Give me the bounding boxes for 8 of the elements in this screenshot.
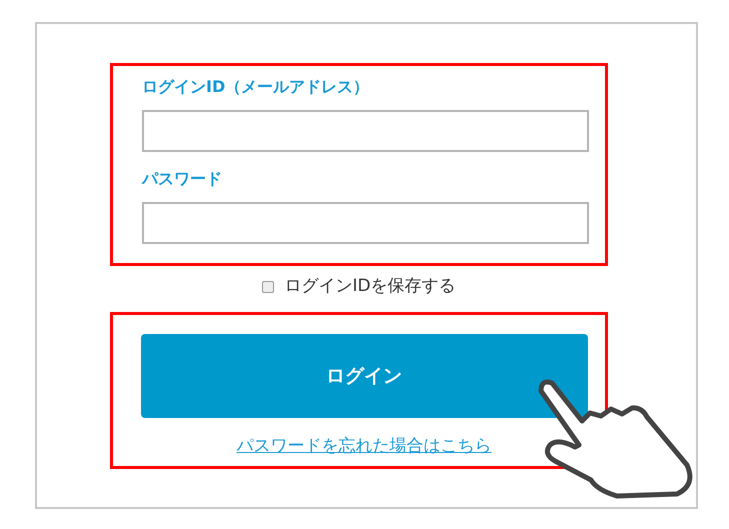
- input-field[interactable]: [142, 110, 589, 152]
- input-field[interactable]: [142, 202, 589, 244]
- field-label: ログインID（メールアドレス）: [142, 76, 370, 98]
- field-label: パスワード: [142, 168, 223, 190]
- forgot-password-link[interactable]: パスワードを忘れた場合はこちら: [236, 434, 492, 460]
- checkbox-label: ログインIDを保存する: [284, 275, 456, 298]
- checkbox[interactable]: [262, 281, 274, 293]
- login-button[interactable]: ログイン: [140, 334, 588, 418]
